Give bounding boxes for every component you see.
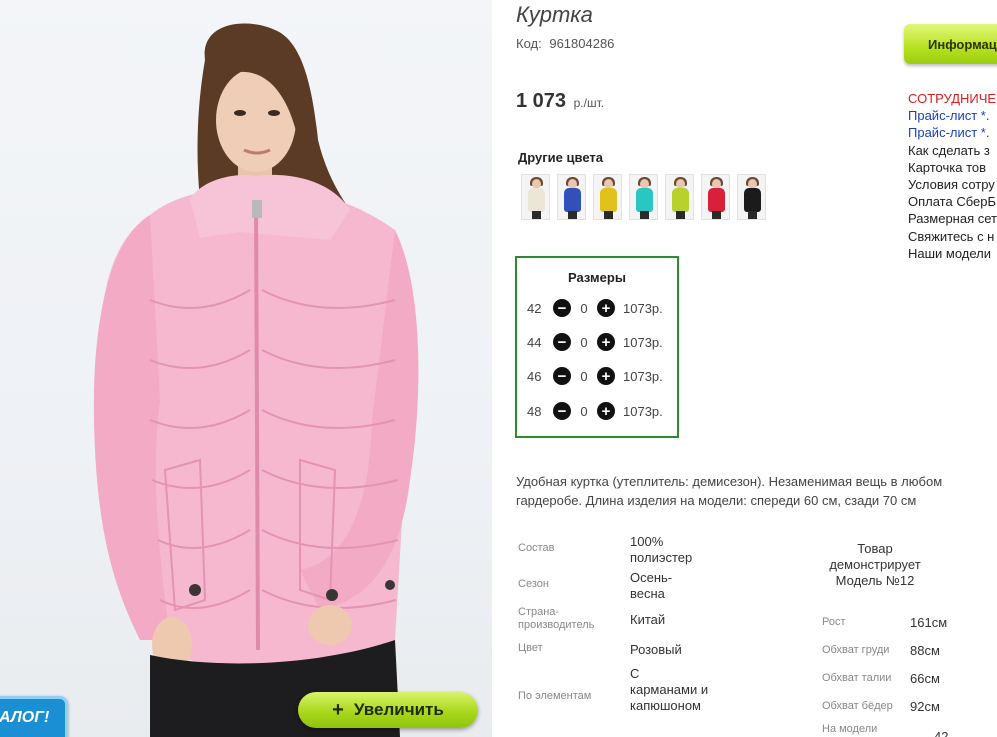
minus-icon[interactable]: − xyxy=(553,402,571,420)
model-photo-illustration xyxy=(93,23,419,737)
color-swatch-red[interactable] xyxy=(701,174,730,220)
price-value: 1 073 xyxy=(516,90,567,112)
spec-label: По элементам xyxy=(518,690,592,702)
color-swatch-lime[interactable] xyxy=(665,174,694,220)
sizes-title: Размеры xyxy=(568,270,626,285)
spec-label: Цвет xyxy=(518,642,543,654)
size-quantity[interactable]: 0 xyxy=(571,369,597,384)
product-description: Удобная куртка (утеплитель: демисезон). … xyxy=(516,474,943,508)
model-param-label: Обхват груди xyxy=(822,644,890,656)
size-quantity[interactable]: 0 xyxy=(571,301,597,316)
color-swatches xyxy=(521,174,766,220)
size-number: 46 xyxy=(527,368,542,384)
info-link[interactable]: Оплата СберБ xyxy=(908,193,997,210)
info-link[interactable]: Прайс-лист *. xyxy=(908,107,997,124)
size-number: 42 xyxy=(527,300,542,316)
color-swatch-beige[interactable] xyxy=(521,174,550,220)
spec-value: Китай xyxy=(630,612,666,627)
other-colors-title: Другие цвета xyxy=(518,150,603,165)
product-code-label: Код: xyxy=(516,36,542,51)
size-price: 1073р. xyxy=(623,334,663,350)
plus-icon[interactable]: + xyxy=(597,367,615,385)
plus-icon[interactable]: + xyxy=(597,299,615,317)
info-button[interactable]: Информац xyxy=(904,24,997,64)
spec-label: Страна-производитель xyxy=(518,606,595,631)
model-param-value: 161см xyxy=(910,615,948,630)
spec-value: С карманами и капюшоном xyxy=(630,666,709,713)
model-param-value: 88см xyxy=(910,643,940,658)
color-swatch-turquoise[interactable] xyxy=(629,174,658,220)
plus-icon: + xyxy=(332,698,344,721)
catalog-badge[interactable]: АЛОГ! xyxy=(0,696,68,737)
model-param-label: Обхват талии xyxy=(822,672,892,684)
product-title: Куртка xyxy=(516,2,593,27)
product-photo[interactable]: АЛОГ! + Увеличить xyxy=(0,0,492,737)
info-link[interactable]: Условия сотру xyxy=(908,176,997,193)
info-link[interactable]: Свяжитесь с н xyxy=(908,228,997,245)
size-quantity[interactable]: 0 xyxy=(571,404,597,419)
minus-icon[interactable]: − xyxy=(553,333,571,351)
model-param-value: 66см xyxy=(910,671,940,686)
minus-icon[interactable]: − xyxy=(553,299,571,317)
spec-label: Сезон xyxy=(518,578,549,590)
spec-value: Осень-весна xyxy=(630,570,673,601)
zoom-button[interactable]: + Увеличить xyxy=(298,692,478,728)
size-quantity[interactable]: 0 xyxy=(571,335,597,350)
size-row: 48−0 +1073р. xyxy=(527,401,677,421)
color-swatch-black[interactable] xyxy=(737,174,766,220)
color-swatch-blue[interactable] xyxy=(557,174,586,220)
size-row: 46−0 +1073р. xyxy=(527,366,677,386)
product-code: Код: 961804286 xyxy=(516,36,614,51)
size-row: 42−0 +1073р. xyxy=(527,298,677,318)
info-links: СОТРУДНИЧЕС Прайс-лист *. Прайс-лист *. Как… xyxy=(908,90,997,262)
info-link[interactable]: Как сделать з xyxy=(908,142,997,159)
info-link[interactable]: СОТРУДНИЧЕС xyxy=(908,90,997,107)
size-number: 44 xyxy=(527,334,542,350)
model-title: Товар демонстрирует Модель №12 xyxy=(829,541,921,588)
size-price: 1073р. xyxy=(623,403,663,419)
info-link[interactable]: Прайс-лист *. xyxy=(908,124,997,141)
plus-icon[interactable]: + xyxy=(597,333,615,351)
color-swatch-yellow[interactable] xyxy=(593,174,622,220)
info-link[interactable]: Наши модели xyxy=(908,245,997,262)
sizes-box: Размеры 42−0 +1073р. 44−0 +1073р. 46−0 +1073р… xyxy=(515,256,679,438)
minus-icon[interactable]: − xyxy=(553,367,571,385)
info-link[interactable]: Размерная сет xyxy=(908,210,997,227)
size-price: 1073р. xyxy=(623,300,663,316)
model-param-label: На модели xyxy=(822,723,878,735)
size-number: 48 xyxy=(527,403,542,419)
spec-value: Розовый xyxy=(630,642,682,657)
product-code-value: 961804286 xyxy=(549,36,615,51)
price-unit: р./шт. xyxy=(573,96,605,110)
spec-value: 100% полиэстер xyxy=(630,534,693,565)
model-param-value: 42 xyxy=(934,729,949,737)
model-param-label: Обхват бёдер xyxy=(822,700,893,712)
model-param-value: 92см xyxy=(910,699,940,714)
product-price: 1 073 р./шт. xyxy=(516,90,604,113)
spec-label: Состав xyxy=(518,542,555,554)
model-param-label: Рост xyxy=(822,616,846,628)
info-link[interactable]: Карточка тов xyxy=(908,159,997,176)
plus-icon[interactable]: + xyxy=(597,402,615,420)
size-row: 44−0 +1073р. xyxy=(527,332,677,352)
size-price: 1073р. xyxy=(623,368,663,384)
zoom-button-label: Увеличить xyxy=(353,700,444,719)
product-page: АЛОГ! + Увеличить Куртка Код: 961804286 … xyxy=(0,0,997,737)
catalog-badge-label: АЛОГ! xyxy=(0,709,50,726)
